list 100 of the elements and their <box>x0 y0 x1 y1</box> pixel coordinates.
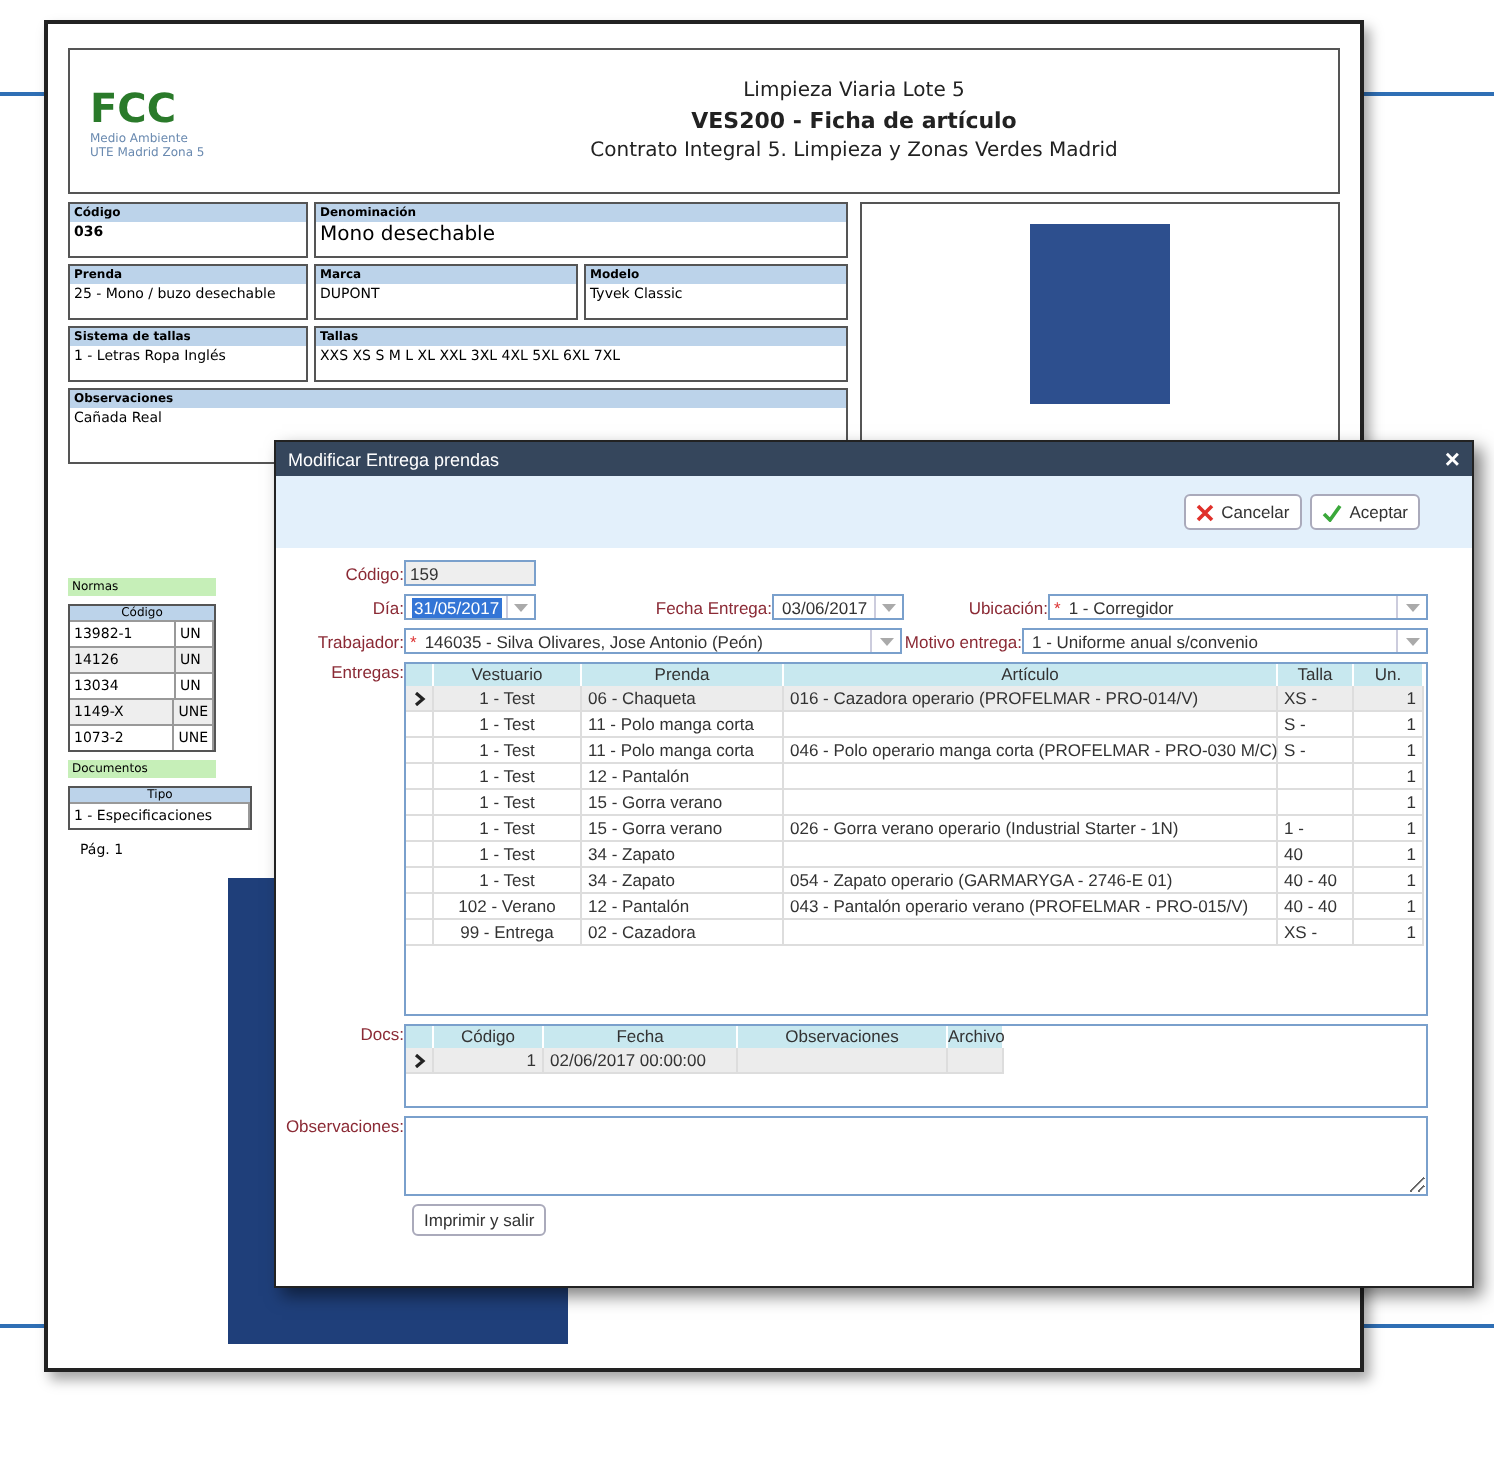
field-label: Docs: <box>358 1024 404 1044</box>
accept-button[interactable]: Aceptar <box>1309 494 1420 530</box>
grid-cell: 1 <box>434 1048 544 1074</box>
grid-cell <box>948 1048 1004 1074</box>
field-label: Motivo entrega: <box>902 631 1022 651</box>
grid-cell: 1 <box>1354 712 1424 738</box>
required-mark: * <box>1052 597 1061 617</box>
row-pointer-icon <box>413 1053 425 1067</box>
grid-cell: 1 <box>1354 894 1424 920</box>
grid-cell: 1 - Test <box>434 842 582 868</box>
grid-cell: 34 - Zapato <box>582 868 784 894</box>
observations-field[interactable] <box>404 1116 1428 1196</box>
header-corner <box>406 664 434 686</box>
grid-cell: S - <box>1278 738 1354 764</box>
grid-cell: S - <box>1278 712 1354 738</box>
grid-cell: 1 - Test <box>434 686 582 712</box>
grid-cell: 1 <box>1354 738 1424 764</box>
grid-cell: 11 - Polo manga corta <box>582 738 784 764</box>
column-header[interactable]: Fecha <box>544 1026 738 1048</box>
grid-cell: 043 - Pantalón operario verano (PROFELMAR - PRO-015/V) <box>784 894 1278 920</box>
field-label: Día: <box>370 597 404 617</box>
dropdown-field[interactable]: 03/06/2017 <box>772 594 904 620</box>
grid-cell: 02/06/2017 00:00:00 <box>544 1048 738 1074</box>
grid-row[interactable]: 1 - Test 06 - Chaqueta 016 - Cazadora operario (PROFELMAR - PRO-014/V) XS - 1 <box>406 686 1426 712</box>
row-pointer-icon <box>413 691 425 705</box>
grid-cell: 054 - Zapato operario (GARMARYGA - 2746-E 01) <box>784 868 1278 894</box>
grid-row[interactable]: 1 - Test 15 - Gorra verano 1 <box>406 790 1426 816</box>
grid-cell: 1 - Test <box>434 738 582 764</box>
grid-row[interactable]: 1 02/06/2017 00:00:00 <box>406 1048 1426 1074</box>
column-header[interactable]: Prenda <box>582 664 784 686</box>
dropdown-field[interactable]: 31/05/2017 <box>404 594 536 620</box>
grid-cell: 11 - Polo manga corta <box>582 712 784 738</box>
required-mark: * <box>408 631 417 651</box>
grid-row[interactable]: 1 - Test 34 - Zapato 054 - Zapato operario (GARMARYGA - 2746-E 01) 40 - 40 1 <box>406 868 1426 894</box>
field-label: Código: <box>343 563 404 583</box>
column-header[interactable]: Archivo <box>948 1026 1004 1048</box>
grid-row[interactable]: 102 - Verano 12 - Pantalón 043 - Pantalón operario verano (PROFELMAR - PRO-015/V) 40 - 40 1 <box>406 894 1426 920</box>
grid-cell: 102 - Verano <box>434 894 582 920</box>
print-and-exit-button[interactable]: Imprimir y salir <box>412 1204 547 1236</box>
grid-row[interactable]: 1 - Test 34 - Zapato 40 1 <box>406 842 1426 868</box>
grid-cell <box>1278 790 1354 816</box>
field-value: Mono desechable <box>318 222 497 249</box>
dropdown-field[interactable]: * 146035 - Silva Olivares, Jose Antonio (Peón) <box>404 628 902 654</box>
grid-cell: 1 <box>1354 764 1424 790</box>
grid-cell: 1 - <box>1278 816 1354 842</box>
cancel-button[interactable]: Cancelar <box>1183 494 1302 530</box>
dropdown-field[interactable]: 1 - Uniforme anual s/convenio <box>1022 628 1428 654</box>
grid-cell: 1 <box>1354 920 1424 946</box>
grid-row[interactable]: 1 - Test 15 - Gorra verano 026 - Gorra verano operario (Industrial Starter - 1N) 1 - 1 <box>406 816 1426 842</box>
grid-row[interactable]: 99 - Entrega 02 - Cazadora XS - 1 <box>406 920 1426 946</box>
grid-cell: 12 - Pantalón <box>582 764 784 790</box>
grid-cell: 02 - Cazadora <box>582 920 784 946</box>
column-header[interactable]: Vestuario <box>434 664 582 686</box>
grid-cell: 1 <box>1354 686 1424 712</box>
dialog-title: Modificar Entrega prendas <box>288 449 500 469</box>
grid-row[interactable]: 1 - Test 11 - Polo manga corta 046 - Polo operario manga corta (PROFELMAR - PRO-030 M/C) S - 1 <box>406 738 1426 764</box>
field-label: Observaciones: <box>283 1116 404 1136</box>
grid-cell: 026 - Gorra verano operario (Industrial Starter - 1N) <box>784 816 1278 842</box>
grid-cell: 1 - Test <box>434 790 582 816</box>
dropdown-arrow-icon <box>1405 637 1419 645</box>
header-corner <box>406 1026 434 1048</box>
grid-cell: 1 <box>1354 842 1424 868</box>
close-button[interactable]: × <box>1444 446 1460 472</box>
grid-cell: 12 - Pantalón <box>582 894 784 920</box>
dropdown-arrow-icon <box>879 637 893 645</box>
grid-cell: 016 - Cazadora operario (PROFELMAR - PRO-014/V) <box>784 686 1278 712</box>
grid-cell: 15 - Gorra verano <box>582 790 784 816</box>
grid-cell: 1 - Test <box>434 816 582 842</box>
column-header[interactable]: Un. <box>1354 664 1424 686</box>
dropdown-arrow-icon <box>513 603 528 611</box>
close-icon <box>1195 503 1214 521</box>
grid-cell: 046 - Polo operario manga corta (PROFELMAR - PRO-030 M/C) <box>784 738 1278 764</box>
column-header[interactable]: Artículo <box>784 664 1278 686</box>
grid-cell: 15 - Gorra verano <box>582 816 784 842</box>
column-header[interactable]: Talla <box>1278 664 1354 686</box>
dropdown-arrow-icon <box>881 603 896 611</box>
grid-cell: XS - <box>1278 686 1354 712</box>
grid-row[interactable]: 1 - Test 12 - Pantalón 1 <box>406 764 1426 790</box>
grid-cell: 1 - Test <box>434 764 582 790</box>
logo: FCC <box>90 83 179 132</box>
document-title: Limpieza Viaria Lote 5 <box>743 80 965 103</box>
grid-cell: 1 <box>1354 790 1424 816</box>
grid-row[interactable]: 1 - Test 11 - Polo manga corta S - 1 <box>406 712 1426 738</box>
field-label: Fecha Entrega: <box>653 597 772 617</box>
grid-cell: 1 <box>1354 816 1424 842</box>
dropdown-arrow-icon <box>1405 603 1419 611</box>
grid-cell: 34 - Zapato <box>582 842 784 868</box>
dropdown-field[interactable]: * 1 - Corregidor <box>1048 594 1428 620</box>
grid-cell: 1 <box>1354 868 1424 894</box>
grid-cell: 40 <box>1278 842 1354 868</box>
grid-cell: XS - <box>1278 920 1354 946</box>
column-header[interactable]: Observaciones <box>738 1026 948 1048</box>
check-icon <box>1321 503 1342 521</box>
document-title: Contrato Integral 5. Limpieza y Zonas Verdes Madrid <box>590 140 1118 163</box>
grid-cell: 40 - 40 <box>1278 894 1354 920</box>
column-header[interactable]: Código <box>434 1026 544 1048</box>
grid-cell: 1 - Test <box>434 712 582 738</box>
grid-cell: 40 - 40 <box>1278 868 1354 894</box>
document-title: VES200 - Ficha de artículo <box>691 108 1017 135</box>
grid-cell: 99 - Entrega <box>434 920 582 946</box>
